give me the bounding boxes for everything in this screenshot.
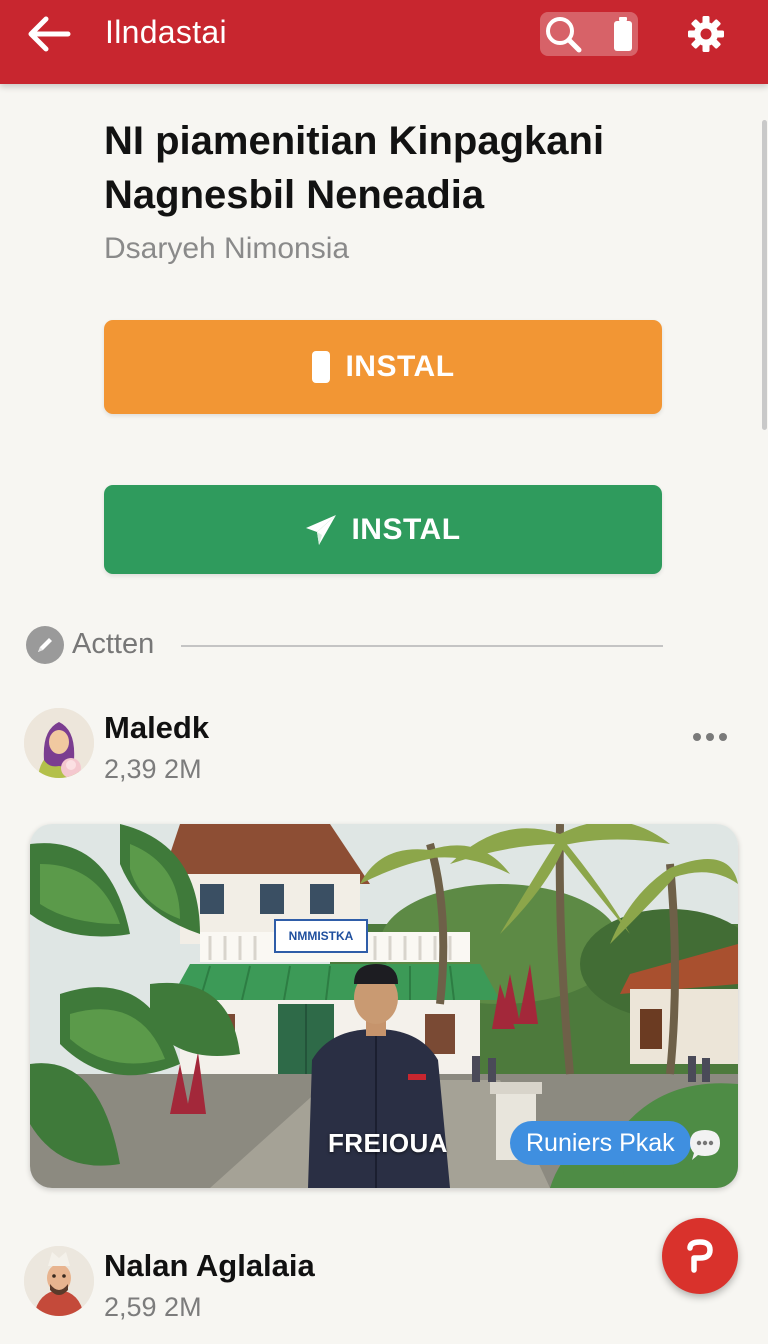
post-author[interactable]: Nalan Aglalaia (104, 1248, 315, 1284)
paper-plane-icon (305, 514, 337, 546)
battery-icon (610, 15, 636, 53)
post-author[interactable]: Maledk (104, 710, 209, 746)
p-action-icon[interactable] (662, 1218, 738, 1294)
install-button-label: INSTAL (345, 350, 455, 383)
section-divider (181, 645, 663, 647)
app-bar: Ilndastai (0, 0, 768, 84)
post-header: Nalan Aglalaia 2,59 2M (24, 1246, 736, 1326)
post-count: 2,39 2M (104, 754, 202, 784)
avatar[interactable] (24, 708, 94, 778)
scrollbar[interactable] (762, 120, 767, 430)
section-label: Actten (72, 628, 155, 660)
app-title: Ilndastai (105, 14, 227, 50)
comment-bubble-icon[interactable] (686, 1126, 724, 1164)
install-button-primary[interactable]: INSTAL (104, 320, 662, 414)
install-button-label: INSTAL (351, 512, 461, 546)
section-header: Actten (26, 624, 666, 666)
post-count: 2,59 2M (104, 1292, 202, 1322)
avatar[interactable] (24, 1246, 94, 1316)
arrow-left-icon[interactable] (22, 10, 76, 58)
page-title: NI piamenitian Kinpagkani Nagnesbil Nene… (104, 119, 605, 217)
page-subtitle: Dsaryeh Nimonsia (104, 232, 350, 265)
photo-tag-chip[interactable]: Runiers Pkak (510, 1121, 691, 1165)
more-horizontal-icon[interactable] (690, 722, 730, 752)
toolbar-pill (540, 12, 638, 56)
gear-icon[interactable] (684, 12, 728, 56)
photo-caption: FREIOUA (328, 1128, 448, 1158)
search-icon[interactable] (542, 14, 584, 54)
post-header: Maledk 2,39 2M (24, 708, 736, 788)
pencil-icon (26, 626, 64, 664)
building-sign: NMMISTKA (289, 929, 354, 943)
phone-icon (311, 350, 331, 384)
install-button-secondary[interactable]: INSTAL (104, 485, 662, 574)
post-photo[interactable]: NMMISTKA FREIOUA Runiers Pkak (30, 824, 738, 1188)
